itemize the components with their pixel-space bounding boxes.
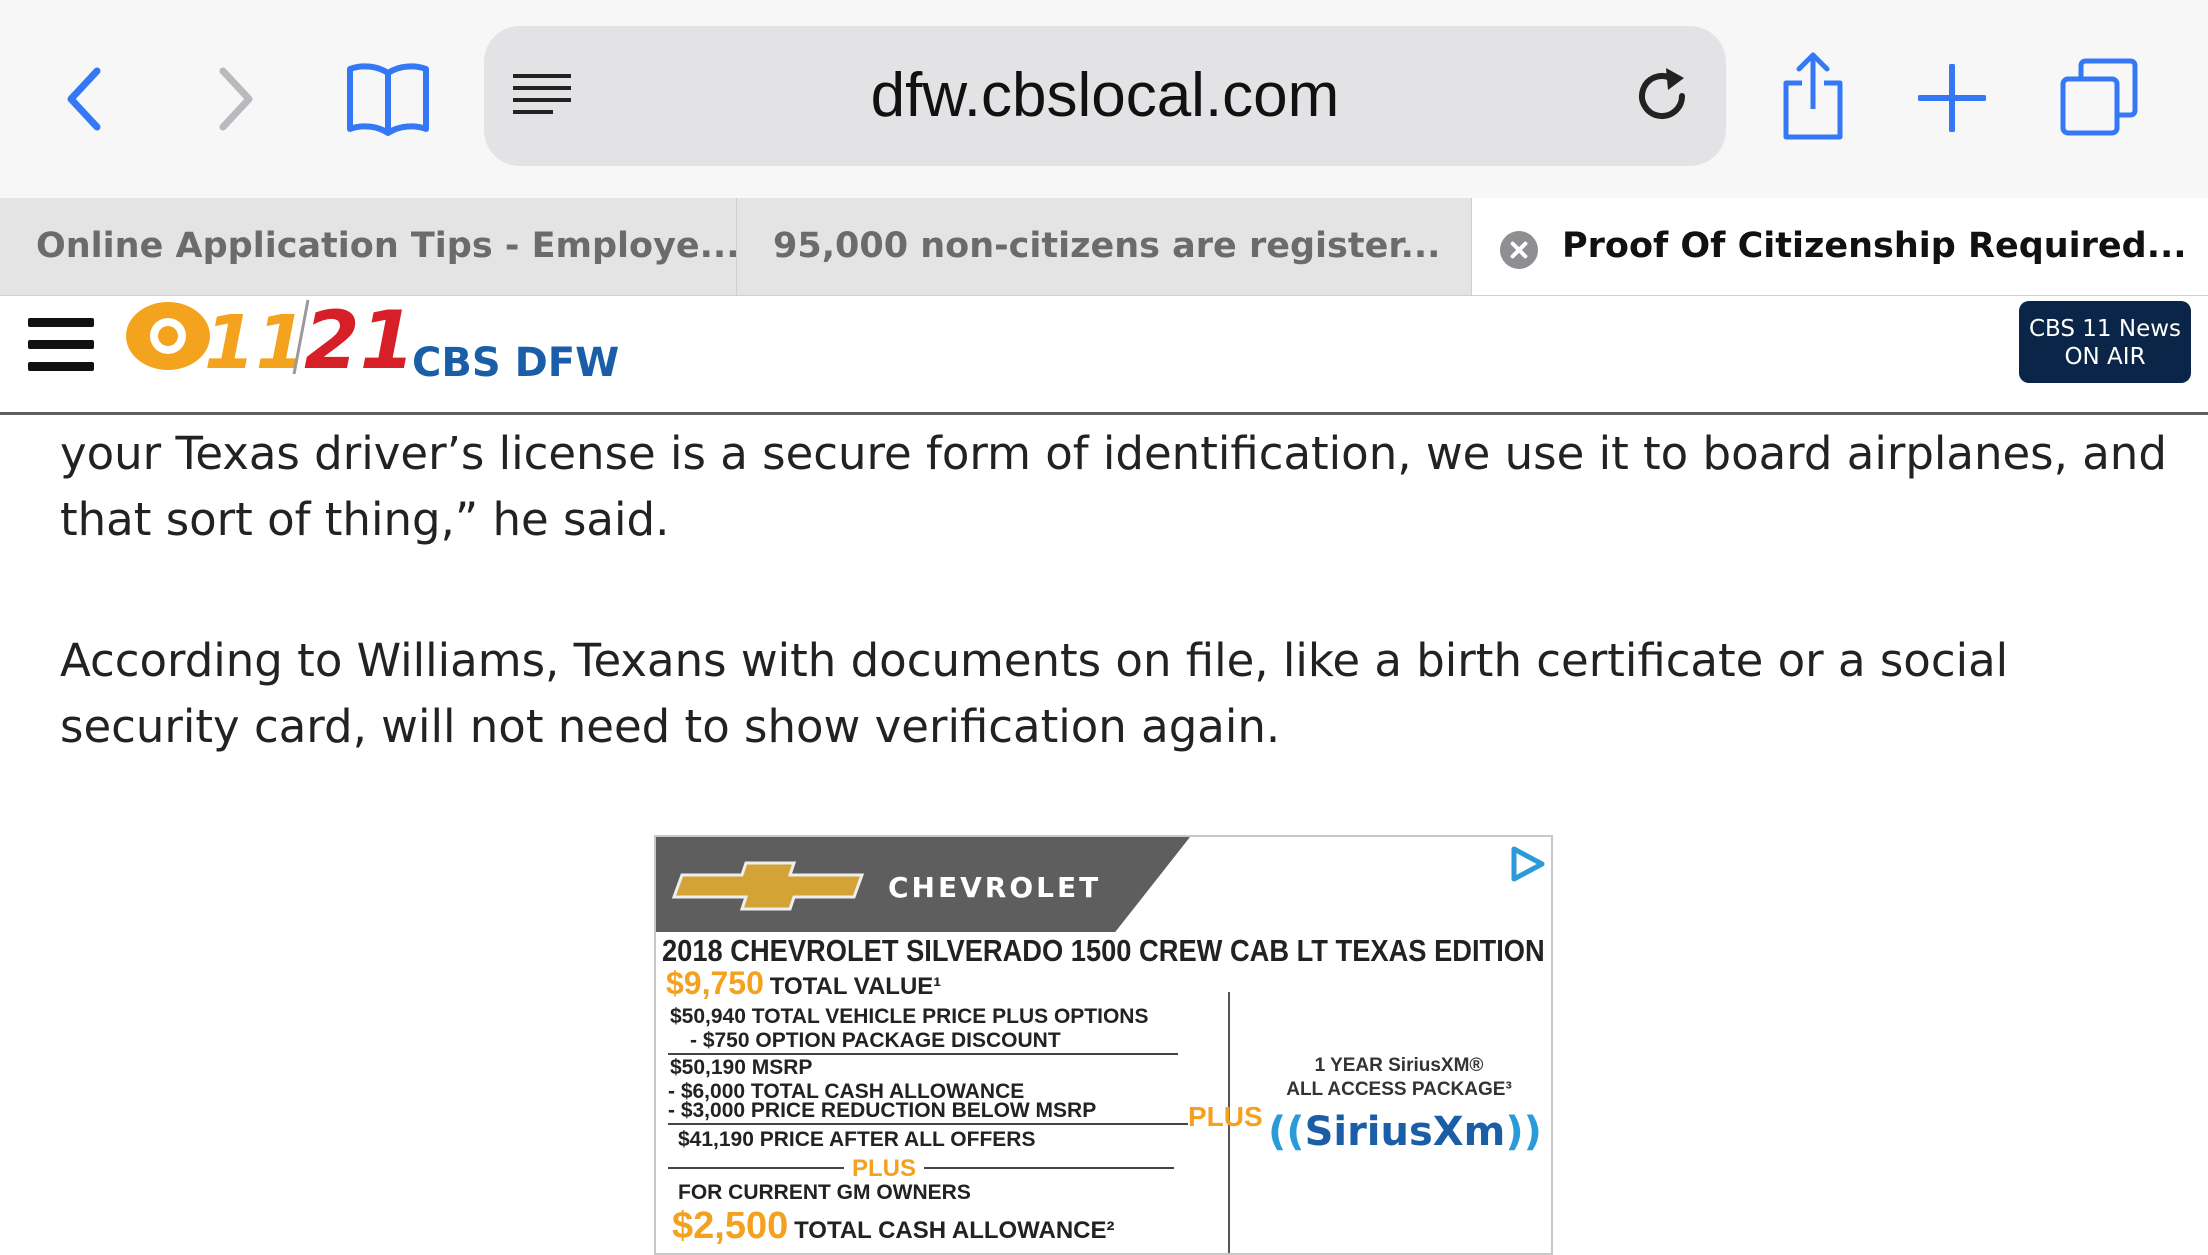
ad-plus: PLUS [852, 1155, 917, 1182]
menu-button[interactable] [28, 318, 94, 372]
tabs-icon [2060, 58, 2138, 136]
hamburger-line [28, 340, 94, 349]
reload-button[interactable] [1636, 66, 1692, 130]
chevron-left-icon [67, 67, 101, 131]
url-text[interactable]: dfw.cbslocal.com [484, 26, 1726, 166]
share-button[interactable] [1780, 48, 1846, 144]
logo-number-11: 11 [204, 300, 307, 386]
ad-brand: CHEVROLET [888, 871, 1102, 904]
ad-line: - $3,000 PRICE REDUCTION BELOW MSRP [668, 1099, 1097, 1122]
ad-side-plus: PLUS [1188, 1101, 1263, 1132]
ad-divider [668, 1053, 1178, 1055]
bookmarks-button[interactable] [340, 54, 436, 144]
cbs-eye-logo-icon [126, 302, 210, 370]
chevrolet-ad[interactable]: CHEVROLET 2018 CHEVROLET SILVERADO 1500 … [654, 835, 1553, 1255]
on-air-line2: ON AIR [2064, 344, 2146, 370]
ad-line: $50,940 TOTAL VEHICLE PRICE PLUS OPTIONS [670, 1005, 1149, 1028]
hamburger-line [28, 362, 94, 371]
ad-divider [668, 1123, 1188, 1125]
address-bar[interactable]: dfw.cbslocal.com [484, 26, 1726, 166]
tab-label: 95,000 non-citizens are register... [773, 226, 1441, 266]
tab-online-application-tips[interactable]: Online Application Tips - Employe... [0, 198, 737, 295]
tab-non-citizens[interactable]: 95,000 non-citizens are register... [737, 198, 1472, 295]
brand-name: CBS DFW [412, 340, 619, 386]
hamburger-icon [28, 318, 94, 327]
ad-line: $50,190 MSRP [670, 1056, 813, 1079]
reload-icon [1639, 68, 1685, 119]
article-paragraph: According to Williams, Texans with docum… [60, 634, 2009, 753]
forward-button[interactable] [205, 54, 265, 144]
sirius-logo-glyph: )) [1505, 1109, 1542, 1155]
back-button[interactable] [55, 54, 115, 144]
ad-headline: 2018 CHEVROLET SILVERADO 1500 CREW CAB L… [662, 933, 1545, 968]
on-air-button[interactable]: CBS 11 News ON AIR [2019, 301, 2191, 383]
book-icon [347, 63, 429, 136]
total-value-label: TOTAL VALUE¹ [769, 973, 942, 1000]
cbs-dfw-logo[interactable]: 11 21 CBS DFW [122, 296, 622, 406]
plus-icon [1918, 64, 1986, 132]
new-tab-button[interactable] [1917, 60, 1987, 136]
cash-amount: $2,500 [672, 1205, 789, 1247]
share-icon [1783, 52, 1843, 140]
ad-divider [924, 1167, 1174, 1169]
gm-owners: FOR CURRENT GM OWNERS [678, 1181, 971, 1204]
browser-toolbar: dfw.cbslocal.com [0, 0, 2208, 198]
tab-label: Proof Of Citizenship Required... [1562, 226, 2187, 266]
adchoices-icon[interactable] [1508, 845, 1546, 883]
tab-bar: Online Application Tips - Employe... 95,… [0, 198, 2208, 296]
cash-label: TOTAL CASH ALLOWANCE² [794, 1217, 1115, 1244]
total-value-amount: $9,750 [666, 965, 764, 1001]
chevrolet-bowtie-icon [672, 861, 865, 911]
sirius-logo-glyph: (( [1268, 1109, 1305, 1155]
siriusxm-logo: ((SiriusXm)) [1268, 1109, 1542, 1155]
article-paragraph: your Texas driver’s license is a secure … [60, 427, 2167, 546]
sirius-line2: ALL ACCESS PACKAGE³ [1286, 1079, 1512, 1100]
sirius-line1: 1 YEAR SiriusXM® [1314, 1055, 1484, 1076]
logo-number-21: 21 [304, 296, 415, 387]
tabs-overview-button[interactable] [2058, 56, 2140, 138]
sirius-logo-text: SiriusXm [1304, 1109, 1506, 1155]
on-air-line1: CBS 11 News [2028, 316, 2182, 342]
tab-proof-of-citizenship-active[interactable]: Proof Of Citizenship Required... [1472, 198, 2208, 295]
chevron-right-icon [219, 67, 253, 131]
close-tab-icon[interactable] [1500, 231, 1538, 269]
ad-line: - $750 OPTION PACKAGE DISCOUNT [690, 1029, 1061, 1052]
ad-line: $41,190 PRICE AFTER ALL OFFERS [678, 1128, 1036, 1151]
tab-label: Online Application Tips - Employe... [36, 226, 737, 266]
ad-divider [668, 1167, 844, 1169]
